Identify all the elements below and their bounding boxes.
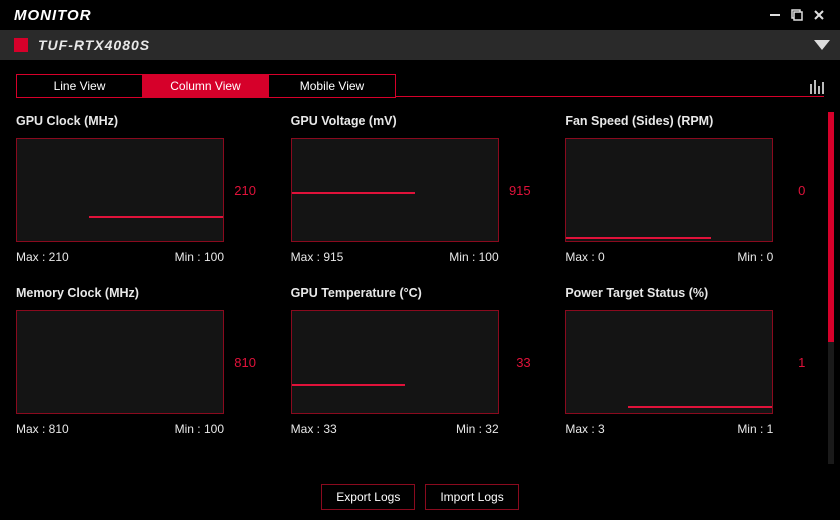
metric-current-value: 915 xyxy=(499,183,531,198)
chart-line xyxy=(89,216,223,218)
metric-panel: GPU Voltage (mV) 915 Max : 915 Min : 100 xyxy=(291,114,540,264)
chart-line xyxy=(566,237,710,239)
metric-max: Max : 0 xyxy=(565,250,604,264)
scrollbar-thumb[interactable] xyxy=(828,112,834,342)
metric-max: Max : 210 xyxy=(16,250,69,264)
metric-title: GPU Voltage (mV) xyxy=(291,114,540,128)
metric-panel: Power Target Status (%) 1 Max : 3 Min : 1 xyxy=(565,286,814,436)
metric-title: Memory Clock (MHz) xyxy=(16,286,265,300)
metric-min: Min : 32 xyxy=(456,422,499,436)
device-dropdown-icon[interactable] xyxy=(814,40,830,50)
metric-current-value: 33 xyxy=(499,355,531,370)
tab-mobile-view[interactable]: Mobile View xyxy=(269,75,395,97)
settings-sliders-icon[interactable] xyxy=(810,80,824,96)
metric-chart xyxy=(291,138,499,242)
device-name: TUF-RTX4080S xyxy=(38,37,814,53)
close-icon[interactable] xyxy=(808,4,830,26)
metric-panel: Memory Clock (MHz) 810 Max : 810 Min : 100 xyxy=(16,286,265,436)
metric-current-value: 1 xyxy=(773,355,805,370)
tab-column-view[interactable]: Column View xyxy=(143,75,269,97)
metric-chart xyxy=(291,310,499,414)
metric-title: GPU Temperature (°C) xyxy=(291,286,540,300)
metric-chart xyxy=(565,310,773,414)
metric-chart xyxy=(16,310,224,414)
window-title: MONITOR xyxy=(14,7,764,24)
chart-line xyxy=(628,406,772,408)
metric-chart xyxy=(565,138,773,242)
metric-title: Fan Speed (Sides) (RPM) xyxy=(565,114,814,128)
export-logs-button[interactable]: Export Logs xyxy=(321,484,415,510)
metric-current-value: 210 xyxy=(224,183,256,198)
minimize-icon[interactable] xyxy=(764,4,786,26)
device-color-swatch xyxy=(14,38,28,52)
metric-min: Min : 100 xyxy=(449,250,498,264)
import-logs-button[interactable]: Import Logs xyxy=(425,484,518,510)
metric-title: Power Target Status (%) xyxy=(565,286,814,300)
metric-max: Max : 810 xyxy=(16,422,69,436)
metric-min: Min : 0 xyxy=(737,250,773,264)
chart-line xyxy=(292,192,416,194)
title-bar: MONITOR xyxy=(0,0,840,30)
metric-title: GPU Clock (MHz) xyxy=(16,114,265,128)
metric-max: Max : 33 xyxy=(291,422,337,436)
metric-chart xyxy=(16,138,224,242)
metric-min: Min : 1 xyxy=(737,422,773,436)
metric-max: Max : 3 xyxy=(565,422,604,436)
metric-current-value: 0 xyxy=(773,183,805,198)
metric-min: Min : 100 xyxy=(175,250,224,264)
chart-line xyxy=(292,384,405,386)
metric-panel: GPU Clock (MHz) 210 Max : 210 Min : 100 xyxy=(16,114,265,264)
device-bar: TUF-RTX4080S xyxy=(0,30,840,60)
metric-panel: Fan Speed (Sides) (RPM) 0 Max : 0 Min : 0 xyxy=(565,114,814,264)
metric-min: Min : 100 xyxy=(175,422,224,436)
maximize-icon[interactable] xyxy=(786,4,808,26)
metric-max: Max : 915 xyxy=(291,250,344,264)
metric-panel: GPU Temperature (°C) 33 Max : 33 Min : 32 xyxy=(291,286,540,436)
vertical-scrollbar[interactable] xyxy=(828,112,834,464)
metric-current-value: 810 xyxy=(224,355,256,370)
tab-line-view[interactable]: Line View xyxy=(17,75,143,97)
view-tabs: Line View Column View Mobile View xyxy=(16,74,396,98)
